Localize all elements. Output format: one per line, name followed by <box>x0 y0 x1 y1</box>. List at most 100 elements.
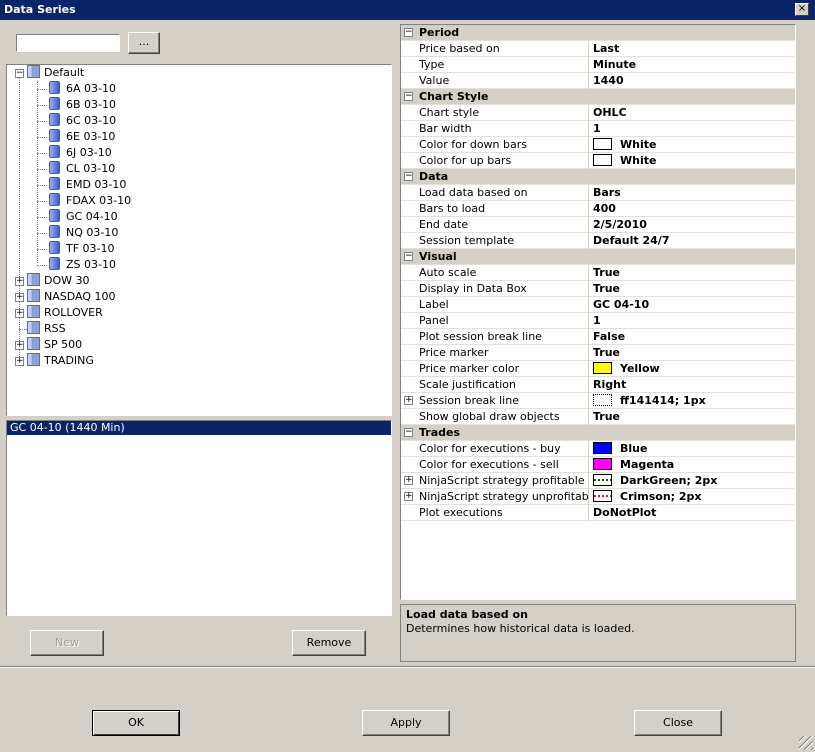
expand-icon[interactable]: + <box>15 277 24 286</box>
property-auto-scale[interactable]: Auto scale True <box>401 265 795 281</box>
tree-node-instrument[interactable]: GC 04-10 <box>49 209 118 225</box>
instrument-list-icon <box>27 273 40 286</box>
property-plot-session-break-line[interactable]: Plot session break line False <box>401 329 795 345</box>
category-chart-style[interactable]: − Chart Style <box>401 89 795 105</box>
tree-node-label: SP 500 <box>44 338 83 351</box>
property-value[interactable]: Value 1440 <box>401 73 795 89</box>
collapse-icon[interactable]: − <box>15 69 24 78</box>
property-chart-style[interactable]: Chart style OHLC <box>401 105 795 121</box>
expand-icon[interactable]: + <box>404 476 413 485</box>
property-executions-sell-color[interactable]: Color for executions - sell Magenta <box>401 457 795 473</box>
property-executions-buy-color[interactable]: Color for executions - buy Blue <box>401 441 795 457</box>
apply-button[interactable]: Apply <box>362 710 450 736</box>
description-text: Determines how historical data is loaded… <box>406 622 635 635</box>
expand-icon[interactable]: + <box>15 357 24 366</box>
property-price-based-on[interactable]: Price based on Last <box>401 41 795 57</box>
collapse-icon[interactable]: − <box>404 172 413 181</box>
property-color-up-bars[interactable]: Color for up bars White <box>401 153 795 169</box>
expand-icon[interactable]: + <box>15 293 24 302</box>
new-button[interactable]: New <box>30 630 104 656</box>
instrument-search-input[interactable] <box>16 34 120 52</box>
property-end-date[interactable]: End date 2/5/2010 <box>401 217 795 233</box>
property-bar-width[interactable]: Bar width 1 <box>401 121 795 137</box>
tree-node-instrument[interactable]: 6A 03-10 <box>49 81 116 97</box>
property-plot-executions[interactable]: Plot executions DoNotPlot <box>401 505 795 521</box>
tree-node-list[interactable]: RSS <box>27 321 66 337</box>
expand-icon[interactable]: + <box>15 309 24 318</box>
instrument-icon <box>49 113 60 126</box>
tree-line <box>37 121 47 122</box>
property-price-marker-color[interactable]: Price marker color Yellow <box>401 361 795 377</box>
tree-node-instrument[interactable]: CL 03-10 <box>49 161 115 177</box>
property-display-in-data-box[interactable]: Display in Data Box True <box>401 281 795 297</box>
category-data[interactable]: − Data <box>401 169 795 185</box>
tree-node-label: 6C 03-10 <box>66 114 117 127</box>
data-series-list[interactable]: GC 04-10 (1440 Min) <box>6 420 392 616</box>
tree-node-label: ZS 03-10 <box>66 258 116 271</box>
tree-node-label: TRADING <box>44 354 94 367</box>
tree-node-label: 6E 03-10 <box>66 130 116 143</box>
property-label[interactable]: Label GC 04-10 <box>401 297 795 313</box>
property-load-data-based-on[interactable]: Load data based on Bars <box>401 185 795 201</box>
color-swatch <box>593 362 612 374</box>
tree-node-label: GC 04-10 <box>66 210 118 223</box>
property-show-global-draw-objects[interactable]: Show global draw objects True <box>401 409 795 425</box>
tree-node-instrument[interactable]: FDAX 03-10 <box>49 193 131 209</box>
property-profitable-trade-line[interactable]: +NinjaScript strategy profitable tradeDa… <box>401 473 795 489</box>
property-panel[interactable]: Panel 1 <box>401 313 795 329</box>
tree-line <box>37 249 47 250</box>
title-bar: Data Series × <box>0 0 815 20</box>
remove-button[interactable]: Remove <box>292 630 366 656</box>
collapse-icon[interactable]: − <box>404 428 413 437</box>
browse-button[interactable]: ... <box>128 32 160 54</box>
tree-line <box>37 201 47 202</box>
tree-node-instrument[interactable]: ZS 03-10 <box>49 257 116 273</box>
tree-node-instrument[interactable]: TF 03-10 <box>49 241 115 257</box>
tree-node-list[interactable]: TRADING <box>27 353 94 369</box>
tree-node-list[interactable]: SP 500 <box>27 337 82 353</box>
property-scale-justification[interactable]: Scale justification Right <box>401 377 795 393</box>
property-grid[interactable]: − Period Price based on Last Type Minute Va… <box>400 24 796 600</box>
instrument-icon <box>49 81 60 94</box>
collapse-icon[interactable]: − <box>404 28 413 37</box>
collapse-icon[interactable]: − <box>404 92 413 101</box>
tree-node-instrument[interactable]: 6J 03-10 <box>49 145 112 161</box>
property-price-marker[interactable]: Price marker True <box>401 345 795 361</box>
resize-grip-icon[interactable] <box>799 736 813 750</box>
collapse-icon[interactable]: − <box>404 252 413 261</box>
property-unprofitable-trade-line[interactable]: +NinjaScript strategy unprofitable tracC… <box>401 489 795 505</box>
tree-line <box>37 89 47 90</box>
window-title: Data Series <box>4 3 76 16</box>
tree-node-instrument[interactable]: NQ 03-10 <box>49 225 118 241</box>
property-bars-to-load[interactable]: Bars to load 400 <box>401 201 795 217</box>
selected-series-item[interactable]: GC 04-10 (1440 Min) <box>7 421 391 435</box>
tree-node-default[interactable]: Default <box>27 65 84 81</box>
tree-node-instrument[interactable]: 6C 03-10 <box>49 113 116 129</box>
instrument-tree[interactable]: − Default 6A 03-10 6B 03-10 6C 03-10 6E 03-… <box>6 64 392 416</box>
category-period[interactable]: − Period <box>401 25 795 41</box>
expand-icon[interactable]: + <box>404 396 413 405</box>
instrument-list-icon <box>27 337 40 350</box>
color-swatch <box>593 154 612 166</box>
tree-node-label: 6A 03-10 <box>66 82 116 95</box>
tree-node-list[interactable]: DOW 30 <box>27 273 90 289</box>
tree-line <box>37 105 47 106</box>
tree-node-instrument[interactable]: 6E 03-10 <box>49 129 115 145</box>
tree-node-instrument[interactable]: 6B 03-10 <box>49 97 116 113</box>
property-color-down-bars[interactable]: Color for down bars White <box>401 137 795 153</box>
expand-icon[interactable]: + <box>15 341 24 350</box>
instrument-icon <box>49 257 60 270</box>
category-visual[interactable]: − Visual <box>401 249 795 265</box>
property-session-break-line[interactable]: + Session break line ff141414; 1px <box>401 393 795 409</box>
tree-line <box>37 217 47 218</box>
property-session-template[interactable]: Session template Default 24/7 <box>401 233 795 249</box>
category-trades[interactable]: − Trades <box>401 425 795 441</box>
tree-node-list[interactable]: NASDAQ 100 <box>27 289 116 305</box>
tree-node-list[interactable]: ROLLOVER <box>27 305 103 321</box>
close-window-button[interactable]: × <box>795 3 809 16</box>
expand-icon[interactable]: + <box>404 492 413 501</box>
ok-button[interactable]: OK <box>92 710 180 736</box>
close-button[interactable]: Close <box>634 710 722 736</box>
tree-node-instrument[interactable]: EMD 03-10 <box>49 177 126 193</box>
property-type[interactable]: Type Minute <box>401 57 795 73</box>
